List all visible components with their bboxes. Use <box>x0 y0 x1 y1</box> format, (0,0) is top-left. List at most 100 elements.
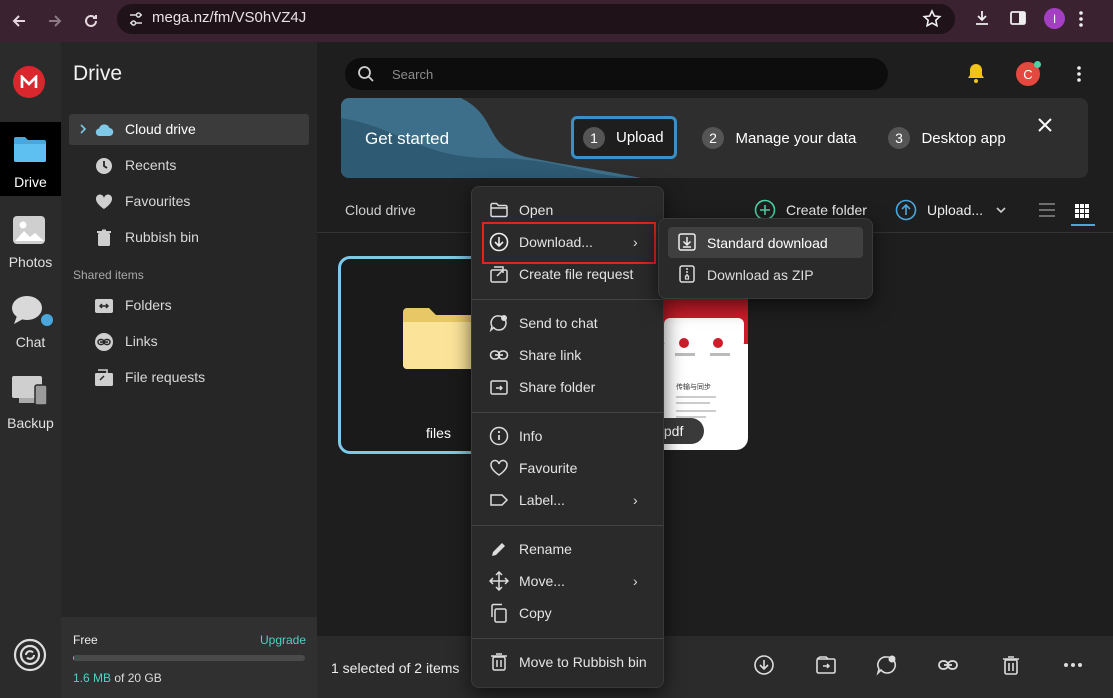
step-label: Upload <box>616 129 664 146</box>
menu-item-share-link[interactable]: Share link <box>472 340 663 370</box>
menu-item-move[interactable]: Move... › <box>472 566 663 596</box>
download-box-icon <box>678 233 696 251</box>
menu-item-label: Rename <box>519 541 572 557</box>
url-text[interactable]: mega.nz/fm/VS0hVZ4J <box>152 9 306 26</box>
close-banner-button[interactable] <box>1036 116 1054 134</box>
submenu-item-label: Standard download <box>707 235 828 251</box>
sidebar-item-recents[interactable]: Recents <box>69 150 309 181</box>
menu-item-open[interactable]: Open <box>472 195 663 225</box>
send-to-chat-icon[interactable] <box>876 654 898 676</box>
menu-separator <box>472 412 663 413</box>
backup-icon <box>12 376 48 406</box>
link-icon <box>95 333 113 351</box>
nav-label: Drive <box>14 174 47 190</box>
mega-logo[interactable] <box>13 66 45 98</box>
menu-item-send-to-chat[interactable]: Send to chat <box>472 308 663 338</box>
sidebar-item-favourites[interactable]: Favourites <box>69 186 309 217</box>
search-input[interactable]: Search <box>345 58 888 90</box>
grid-view-icon <box>1075 204 1089 218</box>
sidebar-item-shared-folders[interactable]: Folders <box>69 290 309 321</box>
more-horizontal-icon[interactable] <box>1062 654 1084 676</box>
photos-icon <box>13 216 45 244</box>
sync-status-icon[interactable] <box>13 638 47 672</box>
plan-label: Free <box>73 633 98 647</box>
zip-icon <box>679 265 695 283</box>
link-icon <box>489 350 509 360</box>
side-panel-icon[interactable] <box>1008 8 1028 28</box>
list-view-button[interactable] <box>1038 202 1056 218</box>
reload-button[interactable] <box>78 8 104 34</box>
pdf-thumbnail-text-line <box>676 402 710 404</box>
menu-item-copy[interactable]: Copy <box>472 598 663 628</box>
sidebar-item-label: Recents <box>125 157 177 173</box>
step-upload[interactable]: 1 Upload <box>571 116 677 159</box>
menu-item-label: Copy <box>519 605 552 621</box>
download-icon[interactable] <box>753 654 775 676</box>
menu-item-label: Label... <box>519 492 565 508</box>
menu-item-label: Create file request <box>519 266 634 282</box>
chevron-right-icon: › <box>633 492 638 508</box>
step-label: Manage your data <box>735 129 857 147</box>
chevron-right-icon: › <box>633 573 638 589</box>
upload-button[interactable]: Upload... <box>895 199 1010 223</box>
back-button[interactable] <box>6 8 32 34</box>
sidebar-item-links[interactable]: Links <box>69 326 309 357</box>
search-placeholder: Search <box>392 67 434 82</box>
pdf-thumbnail-panel <box>664 318 744 348</box>
menu-item-label: Move to Rubbish bin <box>519 654 647 670</box>
submenu-item-standard-download[interactable]: Standard download <box>668 227 863 258</box>
arrow-right-icon <box>49 15 62 27</box>
sidebar-item-label: Favourites <box>125 193 191 209</box>
search-icon <box>358 66 374 82</box>
menu-item-share-folder[interactable]: Share folder <box>472 372 663 402</box>
folder-icon <box>403 308 479 369</box>
submenu-item-download-zip[interactable]: Download as ZIP <box>668 259 863 290</box>
profile-avatar[interactable]: I <box>1044 8 1065 29</box>
sidebar-item-rubbish-bin[interactable]: Rubbish bin <box>69 222 309 253</box>
bookmark-star-icon[interactable] <box>922 9 942 29</box>
menu-item-favourite[interactable]: Favourite <box>472 453 663 483</box>
nav-label: Chat <box>15 334 46 350</box>
pdf-thumbnail-dot <box>713 338 723 348</box>
step-manage-data[interactable]: 2 Manage your data <box>702 127 856 149</box>
forward-button[interactable] <box>42 8 68 34</box>
more-options-icon[interactable] <box>1076 65 1082 83</box>
menu-item-move-to-rubbish[interactable]: Move to Rubbish bin <box>472 647 663 677</box>
download-submenu: Standard download Download as ZIP <box>658 218 873 299</box>
nav-drive[interactable]: Drive <box>0 122 61 196</box>
bell-icon[interactable] <box>965 62 987 84</box>
menu-item-rename[interactable]: Rename <box>472 534 663 564</box>
nav-chat[interactable]: Chat <box>0 290 61 352</box>
site-settings-icon[interactable] <box>127 10 145 28</box>
sidebar-title: Drive <box>73 62 123 85</box>
shared-items-heading: Shared items <box>73 268 144 282</box>
menu-item-label[interactable]: Label... › <box>472 485 663 515</box>
link-icon[interactable] <box>937 654 959 676</box>
sidebar-item-cloud-drive[interactable]: Cloud drive <box>69 114 309 145</box>
trash-icon[interactable] <box>1000 654 1022 676</box>
folder-icon <box>14 137 46 162</box>
submenu-item-label: Download as ZIP <box>707 267 814 283</box>
grid-view-button[interactable] <box>1071 200 1095 226</box>
share-folder-icon <box>490 380 508 395</box>
selection-count: 1 selected of 2 items <box>331 660 460 676</box>
upgrade-link[interactable]: Upgrade <box>260 633 306 647</box>
nav-backup[interactable]: Backup <box>0 372 61 434</box>
downloads-icon[interactable] <box>972 8 992 28</box>
chevron-right-icon[interactable] <box>79 124 87 134</box>
upload-label: Upload... <box>927 202 984 218</box>
pdf-thumbnail-text-line <box>675 353 695 356</box>
menu-separator <box>472 525 663 526</box>
shared-folder-icon <box>95 299 113 313</box>
nav-label: Backup <box>7 415 54 431</box>
breadcrumb[interactable]: Cloud drive <box>345 202 416 218</box>
share-folder-icon[interactable] <box>815 654 837 676</box>
pdf-thumbnail-text-line <box>676 410 716 412</box>
menu-item-label: Favourite <box>519 460 578 476</box>
menu-separator <box>472 299 663 300</box>
nav-photos[interactable]: Photos <box>0 210 61 272</box>
browser-menu-icon[interactable] <box>1078 9 1084 29</box>
menu-item-info[interactable]: Info <box>472 421 663 451</box>
step-desktop-app[interactable]: 3 Desktop app <box>888 127 1006 149</box>
sidebar-item-file-requests[interactable]: File requests <box>69 362 309 393</box>
